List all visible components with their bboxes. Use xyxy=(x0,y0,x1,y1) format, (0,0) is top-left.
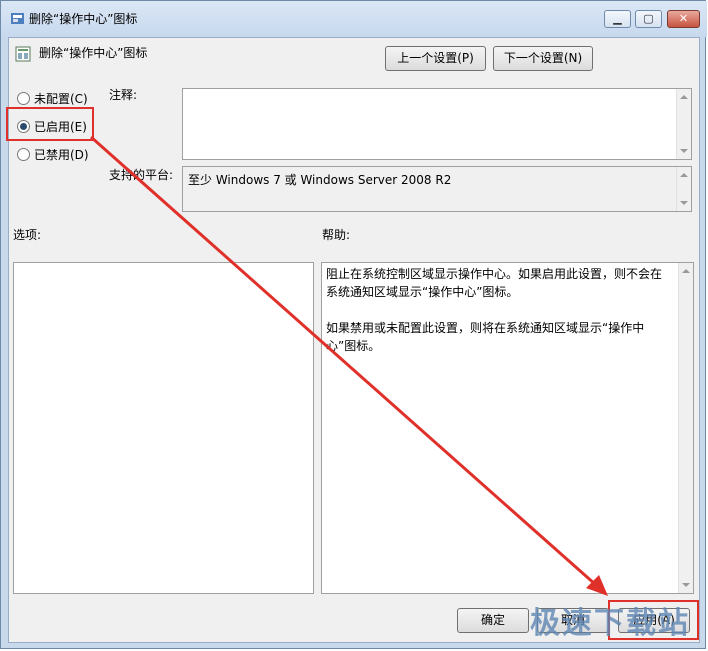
annotation-arrow xyxy=(90,135,608,596)
watermark-logo: 极速下载站 xyxy=(530,606,690,641)
